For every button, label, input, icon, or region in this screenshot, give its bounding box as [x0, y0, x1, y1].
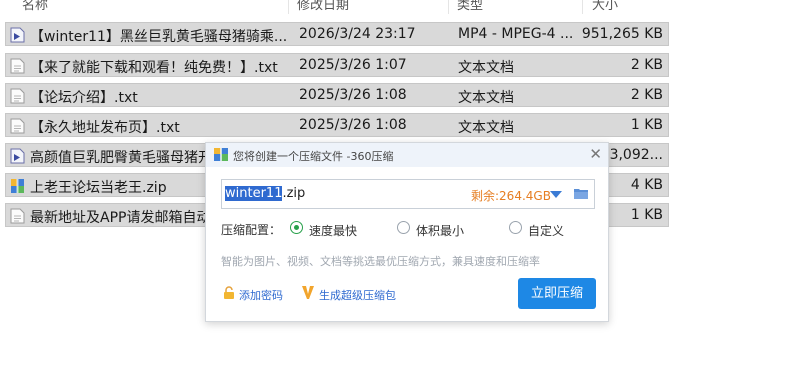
column-divider[interactable] — [288, 0, 289, 14]
column-header-date[interactable]: 修改日期 — [297, 0, 349, 14]
file-date: 2025/3/26 1:08 — [299, 87, 407, 103]
archive-app-icon — [214, 148, 228, 161]
option-custom-label[interactable]: 自定义 — [528, 222, 564, 239]
archive-filename[interactable]: winter11.zip — [225, 186, 305, 201]
compress-config-label: 压缩配置： — [221, 223, 282, 237]
filename-selection: winter11 — [225, 186, 283, 201]
lock-icon[interactable] — [223, 286, 235, 299]
file-row[interactable]: 【winter11】黑丝巨乳黄毛骚母猪骑乘... 2026/3/24 23:17 M… — [5, 22, 669, 46]
super-pack-icon[interactable] — [302, 286, 314, 299]
file-row[interactable]: 【论坛介绍】.txt 2025/3/26 1:08 文本文档 2 KB — [5, 83, 669, 107]
radio-custom[interactable] — [509, 221, 522, 234]
column-header-size[interactable]: 大小 — [592, 0, 618, 14]
zip-file-icon — [10, 178, 25, 194]
column-divider[interactable] — [448, 0, 449, 14]
text-file-icon — [10, 208, 25, 224]
dropdown-arrow-icon[interactable] — [550, 191, 562, 198]
file-type: MP4 - MPEG-4 ... — [458, 26, 574, 42]
file-size: 951,265 KB — [581, 26, 663, 42]
video-file-icon — [10, 27, 25, 43]
option-fastest-label[interactable]: 速度最快 — [309, 222, 357, 239]
column-header-name[interactable]: 名称 — [22, 0, 48, 14]
file-name[interactable]: 【winter11】黑丝巨乳黄毛骚母猪骑乘... — [30, 26, 295, 46]
radio-fastest[interactable] — [290, 221, 303, 234]
text-file-icon — [10, 118, 25, 134]
file-name[interactable]: 【来了就能下载和观看！纯免费！】.txt — [30, 57, 295, 77]
column-divider[interactable] — [582, 0, 583, 14]
option-smallest-label[interactable]: 体积最小 — [416, 222, 464, 239]
file-row[interactable]: 【永久地址发布页】.txt 2025/3/26 1:08 文本文档 1 KB — [5, 113, 669, 137]
file-date: 2025/3/26 1:07 — [299, 57, 407, 73]
file-size: 1 KB — [630, 207, 663, 223]
file-date: 2025/3/26 1:08 — [299, 117, 407, 133]
file-size: 4 KB — [630, 177, 663, 193]
close-icon[interactable]: ✕ — [589, 145, 602, 163]
video-file-icon — [10, 148, 25, 164]
file-type: 文本文档 — [458, 60, 514, 76]
compress-dialog: 您将创建一个压缩文件 -360压缩 ✕ winter11.zip 剩余:264.… — [205, 142, 609, 322]
file-type: 文本文档 — [458, 120, 514, 136]
filename-extension: .zip — [282, 186, 306, 201]
compress-now-button[interactable]: 立即压缩 — [518, 278, 596, 309]
compress-hint-text: 智能为图片、视频、文档等挑选最优压缩方式，兼具速度和压缩率 — [221, 255, 540, 268]
text-file-icon — [10, 88, 25, 104]
dialog-title: 您将创建一个压缩文件 -360压缩 — [233, 150, 394, 163]
file-date: 2026/3/24 23:17 — [299, 26, 416, 42]
column-header-type[interactable]: 类型 — [457, 0, 483, 14]
file-row[interactable]: 【来了就能下载和观看！纯免费！】.txt 2025/3/26 1:07 文本文档 2 … — [5, 53, 669, 77]
archive-path-field[interactable]: winter11.zip 剩余:264.4GB — [221, 179, 595, 209]
add-password-link[interactable]: 添加密码 — [239, 287, 283, 303]
file-name[interactable]: 【论坛介绍】.txt — [30, 87, 295, 107]
file-size: 2 KB — [630, 57, 663, 73]
file-name[interactable]: 【永久地址发布页】.txt — [30, 117, 295, 137]
folder-icon[interactable] — [574, 188, 588, 199]
free-space-label: 剩余:264.4GB — [471, 189, 551, 203]
radio-smallest[interactable] — [397, 221, 410, 234]
dialog-titlebar[interactable]: 您将创建一个压缩文件 -360压缩 ✕ — [206, 143, 608, 167]
file-size: 1 KB — [630, 117, 663, 133]
file-type: 文本文档 — [458, 90, 514, 106]
file-size: 2 KB — [630, 87, 663, 103]
super-pack-link[interactable]: 生成超级压缩包 — [319, 287, 396, 303]
text-file-icon — [10, 58, 25, 74]
